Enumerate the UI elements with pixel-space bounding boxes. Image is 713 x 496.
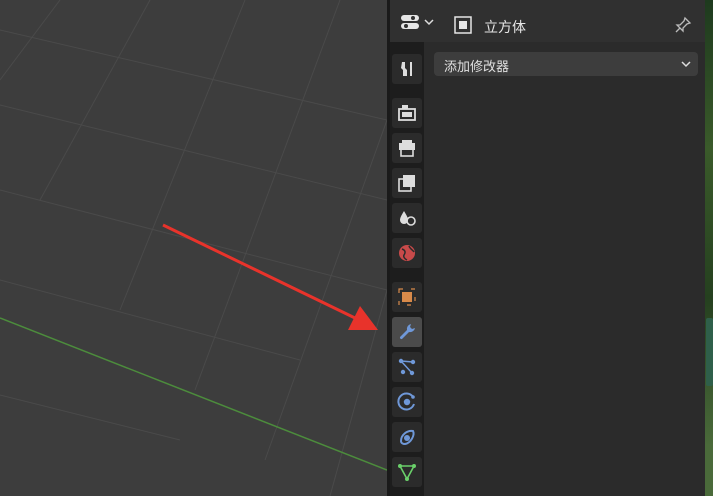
output-icon (399, 140, 415, 157)
annotation-arrow (162, 223, 378, 330)
tab-physics[interactable] (392, 387, 422, 417)
tab-world[interactable] (392, 238, 422, 268)
constraints-icon (399, 429, 415, 446)
add-modifier-label: 添加修改器 (444, 60, 510, 75)
modifier-panel: 添加修改器 (424, 42, 705, 496)
tab-scene[interactable] (392, 203, 422, 233)
tab-tool[interactable] (392, 54, 422, 84)
view-layer-icon (398, 175, 415, 192)
properties-header: 立方体 (390, 0, 705, 42)
chevron-down-icon (424, 19, 434, 26)
object-icon (398, 288, 416, 306)
properties-editor: 立方体 添加修改器 (390, 0, 705, 496)
adjacent-area-edge (705, 0, 713, 496)
tab-modifiers[interactable] (392, 317, 422, 347)
tab-output[interactable] (392, 133, 422, 163)
object-data-icon (454, 16, 472, 34)
world-icon (399, 245, 415, 261)
tab-view-layer[interactable] (392, 168, 422, 198)
tab-object[interactable] (392, 282, 422, 312)
tab-object-data[interactable] (392, 457, 422, 487)
modifier-wrench-icon (399, 324, 415, 340)
tool-icon (401, 62, 412, 76)
tab-constraints[interactable] (392, 422, 422, 452)
scene-icon (400, 211, 416, 226)
chevron-down-icon (681, 61, 691, 68)
render-icon (398, 105, 416, 121)
3d-viewport[interactable] (0, 0, 387, 496)
tab-particles[interactable] (392, 352, 422, 382)
particles-icon (398, 358, 416, 376)
object-name: 立方体 (484, 20, 526, 36)
properties-tab-bar (390, 42, 424, 496)
tab-render[interactable] (392, 98, 422, 128)
viewport-grid (0, 0, 387, 496)
physics-icon (397, 392, 415, 411)
properties-editor-icon (401, 15, 419, 29)
x-axis-line (0, 317, 387, 471)
editor-type-button[interactable] (400, 12, 438, 32)
add-modifier-dropdown[interactable]: 添加修改器 (434, 52, 698, 76)
object-data-mesh-icon (398, 464, 416, 481)
scrollbar-handle[interactable] (706, 318, 713, 386)
pin-icon[interactable] (674, 16, 692, 34)
